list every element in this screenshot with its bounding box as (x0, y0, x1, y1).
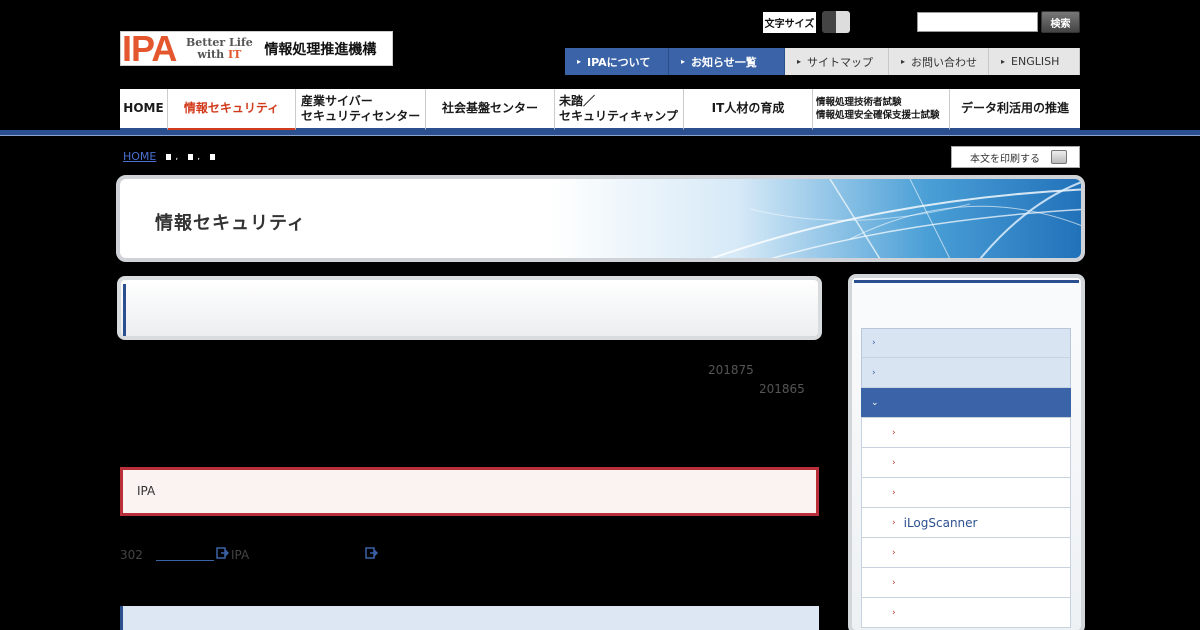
chevron-right-icon: › (892, 547, 896, 558)
chevron-right-icon: › (892, 577, 896, 588)
side-nav-subitem[interactable]: › (861, 448, 1071, 478)
side-nav-item[interactable]: › (861, 358, 1071, 388)
font-size-label: 文字サイズ (763, 12, 816, 33)
util-link-about[interactable]: IPAについて (565, 48, 669, 75)
gnav-home[interactable]: HOME (120, 89, 168, 131)
side-nav-list: › › ⌄ › › › › iLogScanner › › › (861, 328, 1071, 628)
printer-icon (1051, 150, 1067, 164)
gnav-exam-label: 情報処理技術者試験 情報処理安全確保支援士試験 (816, 96, 940, 122)
util-link-english[interactable]: ENGLISH (989, 48, 1080, 75)
font-size-toggle[interactable] (822, 11, 850, 33)
search-button[interactable]: 検索 (1041, 11, 1080, 33)
gnav-mitou-label: 未踏／ セキュリティキャンプ (559, 94, 678, 124)
chevron-right-icon: › (872, 338, 876, 348)
util-link-sitemap[interactable]: サイトマップ (785, 48, 889, 75)
updated-date: 201865 (759, 382, 805, 396)
global-nav: HOME 情報セキュリティ 産業サイバー セキュリティセンター 社会基盤センター … (120, 89, 1080, 131)
chevron-right-icon: › (892, 517, 896, 528)
util-link-news[interactable]: お知らせ一覧 (669, 48, 785, 75)
breadcrumb-item-2[interactable] (188, 153, 194, 160)
breadcrumb-item-1[interactable] (166, 153, 172, 160)
side-nav-subitem[interactable]: › (861, 478, 1071, 508)
logo-tagline-2: with (197, 47, 225, 61)
page-title-box (117, 276, 822, 340)
search-input[interactable] (917, 12, 1038, 32)
chevron-right-icon: › (892, 457, 896, 468)
published-date: 201875 (708, 363, 754, 377)
reference-link[interactable] (156, 549, 214, 561)
category-banner: 情報セキュリティ (116, 175, 1085, 262)
chevron-right-icon: › (872, 367, 876, 378)
print-button[interactable]: 本文を印刷する (951, 146, 1080, 168)
side-nav-subitem[interactable]: › (861, 598, 1071, 628)
side-nav-subitem[interactable]: › iLogScanner (861, 508, 1071, 538)
gnav-sec[interactable]: 社会基盤センター (426, 89, 555, 131)
gnav-data[interactable]: データ利活用の推進 (950, 89, 1080, 131)
gnav-icscoe-line2: セキュリティセンター (301, 108, 421, 123)
gnav-info-security[interactable]: 情報セキュリティ (168, 89, 296, 131)
chevron-right-icon: › (892, 427, 896, 438)
logo-org-name: 情報処理推進機構 (264, 41, 377, 58)
side-nav-item[interactable]: › (861, 328, 1071, 358)
gnav-it-hr-label: IT人材の育成 (711, 101, 785, 115)
gnav-exam-line1: 情報処理技術者試験 (816, 96, 902, 108)
util-link-contact[interactable]: お問い合わせ (889, 48, 989, 75)
gnav-mitou[interactable]: 未踏／ セキュリティキャンプ (555, 89, 684, 131)
chevron-right-icon: › (892, 487, 896, 498)
gnav-exam[interactable]: 情報処理技術者試験 情報処理安全確保支援士試験 (813, 89, 950, 131)
external-link-icon (216, 547, 230, 562)
breadcrumb-home[interactable]: HOME (123, 150, 156, 163)
gnav-it-hr[interactable]: IT人材の育成 (684, 89, 813, 131)
banner-graphic (550, 179, 1081, 258)
banner-title: 情報セキュリティ (155, 213, 306, 234)
notice-text: IPA (137, 484, 156, 498)
breadcrumb-sep-1: , (175, 151, 179, 162)
side-nav-subitem-label: iLogScanner (903, 515, 978, 530)
gnav-mitou-line1: 未踏／ (559, 93, 596, 108)
side-nav-subitem[interactable]: › (861, 568, 1071, 598)
breadcrumb: HOME , , (123, 150, 216, 163)
side-nav-topline (854, 280, 1079, 283)
side-nav-item-open[interactable]: ⌄ (861, 388, 1071, 418)
reference-ipa: IPA (231, 548, 250, 562)
gnav-mitou-line2: セキュリティキャンプ (559, 108, 678, 123)
gnav-sec-label: 社会基盤センター (441, 101, 538, 115)
logo-ipa-mark: IPA (122, 27, 177, 69)
print-label: 本文を印刷する (970, 153, 1040, 165)
logo-tagline: Better Life with IT (180, 36, 258, 61)
gnav-data-label: データ利活用の推進 (960, 101, 1069, 115)
gnav-icscoe[interactable]: 産業サイバー セキュリティセンター (296, 89, 426, 131)
side-nav-subitem[interactable]: › (861, 538, 1071, 568)
side-nav: › › ⌄ › › › › iLogScanner › › › (848, 274, 1085, 630)
chevron-right-icon: › (892, 607, 896, 618)
notice-box: IPA (120, 467, 819, 516)
gnav-underline-thin (0, 135, 1200, 136)
breadcrumb-item-3 (210, 153, 216, 160)
gnav-icscoe-label: 産業サイバー セキュリティセンター (301, 94, 420, 124)
utility-nav: IPAについて お知らせ一覧 サイトマップ お問い合わせ ENGLISH (565, 48, 1080, 75)
reference-number: 302 (120, 548, 143, 562)
external-link-icon[interactable] (365, 547, 379, 562)
gnav-info-security-label: 情報セキュリティ (183, 101, 280, 115)
logo-tagline-it: IT (227, 47, 242, 61)
gnav-icscoe-line1: 産業サイバー (301, 93, 373, 108)
chevron-down-icon: ⌄ (871, 397, 879, 408)
gnav-exam-line2: 情報処理安全確保支援士試験 (816, 109, 940, 121)
page: IPA Better Life with IT 情報処理推進機構 文字サイズ 検… (0, 0, 1200, 630)
gnav-home-label: HOME (123, 101, 164, 115)
section-heading (120, 606, 819, 630)
ipa-logo[interactable]: IPA Better Life with IT 情報処理推進機構 (120, 27, 393, 69)
side-nav-subitem[interactable]: › (861, 418, 1071, 448)
breadcrumb-sep-2: , (197, 151, 201, 162)
